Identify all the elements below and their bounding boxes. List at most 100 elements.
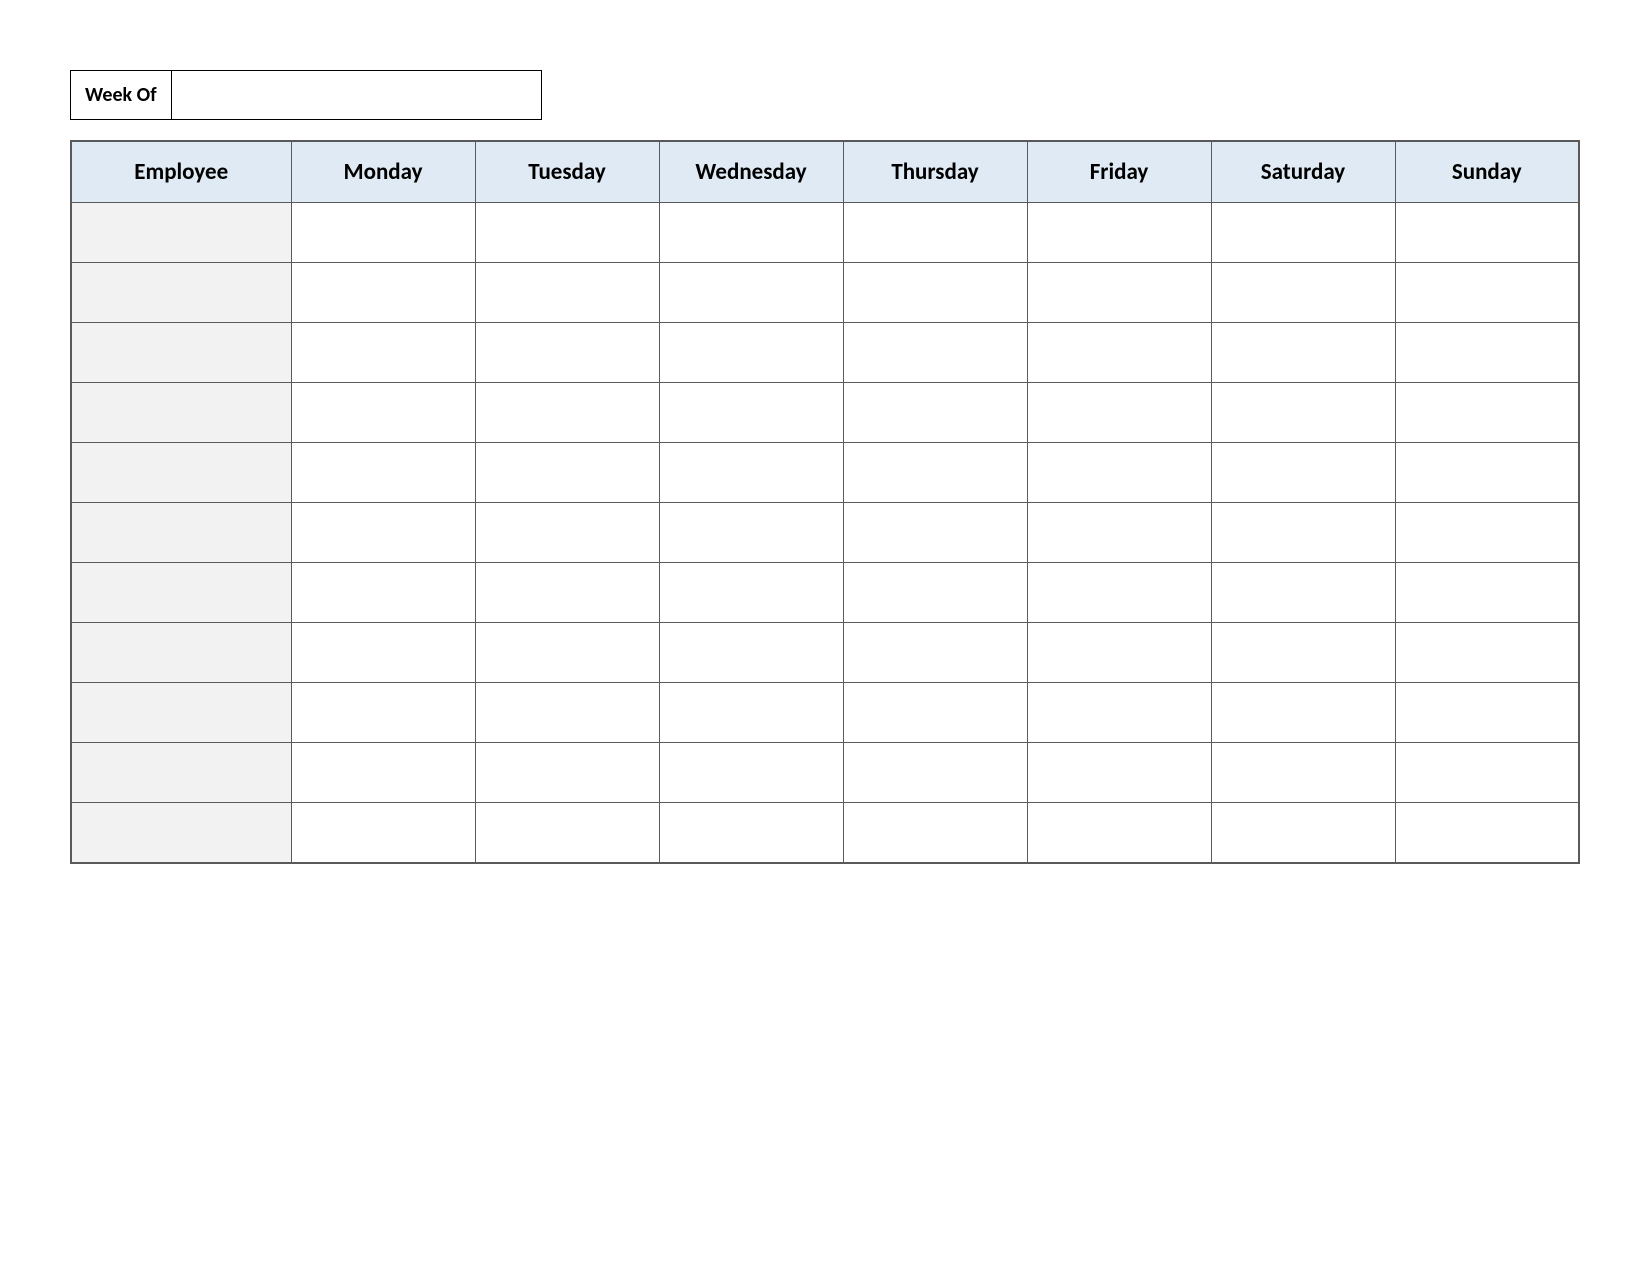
week-of-label: Week Of [70,70,172,120]
schedule-cell[interactable] [1211,323,1395,383]
schedule-cell[interactable] [1395,323,1579,383]
employee-cell[interactable] [71,203,291,263]
schedule-cell[interactable] [475,683,659,743]
schedule-cell[interactable] [475,503,659,563]
schedule-cell[interactable] [659,743,843,803]
schedule-cell[interactable] [843,803,1027,863]
schedule-cell[interactable] [1027,803,1211,863]
schedule-cell[interactable] [1027,623,1211,683]
schedule-cell[interactable] [1395,203,1579,263]
schedule-cell[interactable] [291,743,475,803]
schedule-cell[interactable] [659,623,843,683]
schedule-cell[interactable] [1027,383,1211,443]
schedule-cell[interactable] [475,203,659,263]
schedule-cell[interactable] [1211,263,1395,323]
schedule-cell[interactable] [1027,203,1211,263]
schedule-cell[interactable] [475,743,659,803]
schedule-cell[interactable] [475,383,659,443]
schedule-cell[interactable] [291,623,475,683]
schedule-cell[interactable] [1027,323,1211,383]
table-row [71,803,1579,863]
schedule-cell[interactable] [475,803,659,863]
schedule-cell[interactable] [1211,443,1395,503]
schedule-cell[interactable] [1211,683,1395,743]
schedule-cell[interactable] [291,443,475,503]
table-row [71,443,1579,503]
schedule-cell[interactable] [1395,503,1579,563]
schedule-cell[interactable] [291,263,475,323]
header-wednesday: Wednesday [659,141,843,203]
schedule-cell[interactable] [1211,623,1395,683]
schedule-cell[interactable] [659,323,843,383]
schedule-cell[interactable] [659,563,843,623]
schedule-cell[interactable] [291,323,475,383]
header-monday: Monday [291,141,475,203]
schedule-cell[interactable] [291,683,475,743]
employee-cell[interactable] [71,443,291,503]
employee-cell[interactable] [71,743,291,803]
schedule-cell[interactable] [843,563,1027,623]
schedule-cell[interactable] [1211,563,1395,623]
schedule-cell[interactable] [291,563,475,623]
header-tuesday: Tuesday [475,141,659,203]
schedule-cell[interactable] [843,323,1027,383]
schedule-cell[interactable] [659,443,843,503]
schedule-cell[interactable] [1211,383,1395,443]
week-of-input[interactable] [172,70,542,120]
schedule-cell[interactable] [1395,563,1579,623]
schedule-cell[interactable] [291,203,475,263]
schedule-cell[interactable] [843,743,1027,803]
schedule-cell[interactable] [291,383,475,443]
header-friday: Friday [1027,141,1211,203]
schedule-cell[interactable] [1395,383,1579,443]
schedule-cell[interactable] [843,443,1027,503]
employee-cell[interactable] [71,383,291,443]
table-row [71,383,1579,443]
schedule-cell[interactable] [843,263,1027,323]
employee-cell[interactable] [71,803,291,863]
employee-cell[interactable] [71,563,291,623]
schedule-cell[interactable] [1027,563,1211,623]
schedule-cell[interactable] [659,263,843,323]
schedule-cell[interactable] [843,203,1027,263]
schedule-cell[interactable] [659,383,843,443]
schedule-cell[interactable] [843,683,1027,743]
table-body [71,203,1579,863]
employee-cell[interactable] [71,323,291,383]
schedule-cell[interactable] [843,503,1027,563]
schedule-cell[interactable] [1027,743,1211,803]
header-employee: Employee [71,141,291,203]
schedule-cell[interactable] [1027,683,1211,743]
employee-cell[interactable] [71,623,291,683]
schedule-cell[interactable] [475,623,659,683]
schedule-cell[interactable] [475,323,659,383]
schedule-cell[interactable] [1395,683,1579,743]
schedule-cell[interactable] [1211,503,1395,563]
schedule-cell[interactable] [475,563,659,623]
schedule-cell[interactable] [475,443,659,503]
schedule-cell[interactable] [291,503,475,563]
schedule-cell[interactable] [1211,203,1395,263]
schedule-cell[interactable] [475,263,659,323]
schedule-cell[interactable] [1395,623,1579,683]
header-sunday: Sunday [1395,141,1579,203]
schedule-cell[interactable] [1395,443,1579,503]
schedule-cell[interactable] [1027,443,1211,503]
schedule-cell[interactable] [659,683,843,743]
schedule-cell[interactable] [1027,263,1211,323]
schedule-cell[interactable] [659,803,843,863]
schedule-cell[interactable] [1395,743,1579,803]
schedule-cell[interactable] [1395,263,1579,323]
employee-cell[interactable] [71,503,291,563]
schedule-cell[interactable] [1395,803,1579,863]
schedule-cell[interactable] [1211,743,1395,803]
employee-cell[interactable] [71,263,291,323]
schedule-cell[interactable] [659,503,843,563]
schedule-cell[interactable] [843,623,1027,683]
schedule-cell[interactable] [659,203,843,263]
schedule-cell[interactable] [1211,803,1395,863]
employee-cell[interactable] [71,683,291,743]
schedule-cell[interactable] [1027,503,1211,563]
schedule-cell[interactable] [843,383,1027,443]
schedule-cell[interactable] [291,803,475,863]
